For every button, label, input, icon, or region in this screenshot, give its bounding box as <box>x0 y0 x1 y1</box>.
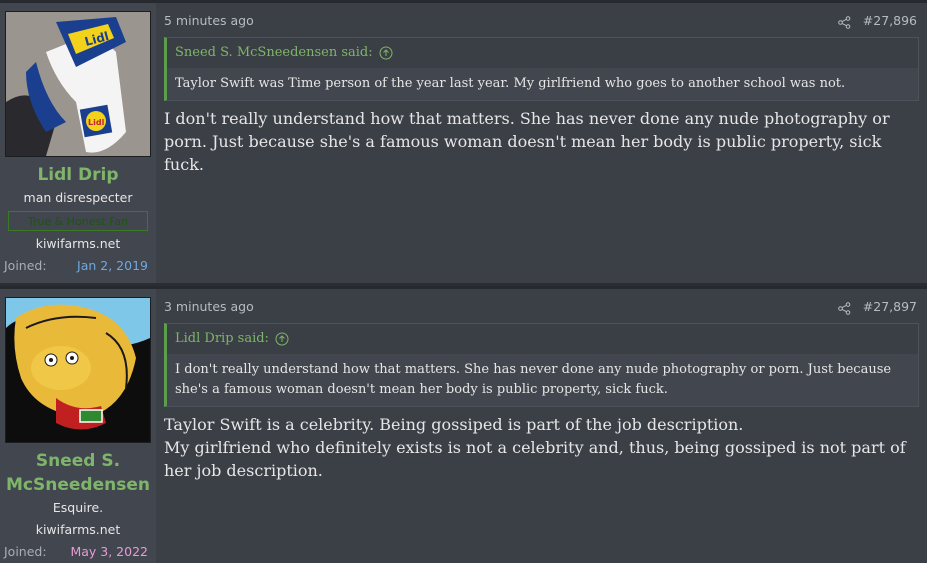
joined-label: Joined: <box>4 258 47 273</box>
post-time[interactable]: 3 minutes ago <box>164 297 254 317</box>
post-meta-actions: #27,897 <box>837 297 919 317</box>
avatar[interactable]: Lidl Lidl <box>5 11 151 157</box>
post-number[interactable]: #27,897 <box>863 297 917 317</box>
arrow-up-circle-icon[interactable] <box>379 46 393 60</box>
joined-label: Joined: <box>4 544 47 559</box>
post-main: 5 minutes ago #27,896 Sneed S. McSneeden… <box>156 3 927 283</box>
joined-row: Joined: May 3, 2022 <box>4 543 152 561</box>
username[interactable]: Lidl Drip <box>4 163 152 187</box>
avatar-image: Lidl Lidl <box>6 12 150 156</box>
post-meta: 3 minutes ago #27,897 <box>164 297 919 317</box>
message-body: I don't really understand how that matte… <box>164 107 919 176</box>
post: Sneed S. McSneedensen Esquire. kiwifarms… <box>0 286 927 563</box>
username[interactable]: Sneed S. McSneedensen <box>4 449 152 497</box>
joined-date: May 3, 2022 <box>70 544 148 559</box>
user-sidebar: Sneed S. McSneedensen Esquire. kiwifarms… <box>0 289 156 563</box>
post-meta-actions: #27,896 <box>837 11 919 31</box>
quote-header: Sneed S. McSneedensen said: <box>167 38 918 68</box>
message-paragraph: I don't really understand how that matte… <box>164 109 890 174</box>
arrow-up-circle-icon[interactable] <box>275 332 289 346</box>
share-icon[interactable] <box>837 15 851 29</box>
thread: Lidl Lidl Lidl Drip man disrespecter Tru… <box>0 0 927 563</box>
quote-header: Lidl Drip said: <box>167 324 918 354</box>
quote-block: Lidl Drip said: I don't really understan… <box>164 323 919 407</box>
message-body: Taylor Swift is a celebrity. Being gossi… <box>164 413 919 482</box>
message-paragraph: Taylor Swift is a celebrity. Being gossi… <box>164 415 744 434</box>
joined-row: Joined: Jan 2, 2019 <box>4 257 152 275</box>
avatar-image <box>6 298 150 442</box>
quote-author[interactable]: Sneed S. McSneedensen said: <box>175 44 373 62</box>
post-main: 3 minutes ago #27,897 Lidl Drip said: I … <box>156 289 927 563</box>
user-site: kiwifarms.net <box>35 522 121 537</box>
quote-text: I don't really understand how that matte… <box>167 354 918 406</box>
user-title: Esquire. <box>52 500 104 515</box>
joined-date: Jan 2, 2019 <box>77 258 148 273</box>
share-icon[interactable] <box>837 301 851 315</box>
user-title: man disrespecter <box>23 190 133 205</box>
message-paragraph: My girlfriend who definitely exists is n… <box>164 438 906 480</box>
svg-text:Lidl: Lidl <box>88 118 105 127</box>
post: Lidl Lidl Lidl Drip man disrespecter Tru… <box>0 0 927 283</box>
avatar[interactable] <box>5 297 151 443</box>
post-meta: 5 minutes ago #27,896 <box>164 11 919 31</box>
quote-text: Taylor Swift was Time person of the year… <box>167 68 918 100</box>
quote-author[interactable]: Lidl Drip said: <box>175 330 269 348</box>
quote-block: Sneed S. McSneedensen said: Taylor Swift… <box>164 37 919 101</box>
user-site: kiwifarms.net <box>35 236 121 251</box>
user-sidebar: Lidl Lidl Lidl Drip man disrespecter Tru… <box>0 3 156 283</box>
post-number[interactable]: #27,896 <box>863 11 917 31</box>
post-time[interactable]: 5 minutes ago <box>164 11 254 31</box>
user-banner: True & Honest Fan <box>8 211 148 231</box>
